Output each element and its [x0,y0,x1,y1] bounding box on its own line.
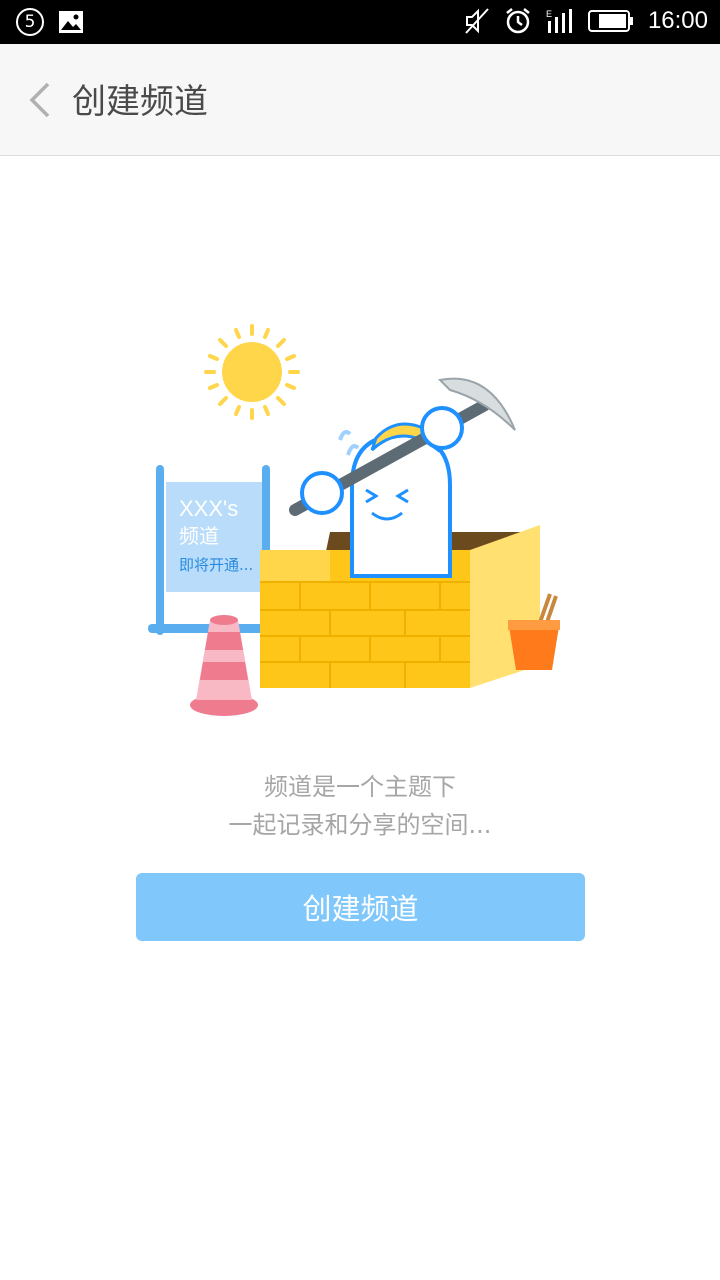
description-line-2: 一起记录和分享的空间... [228,811,492,839]
construction-illustration: XXX's 频道 即将开通... [148,324,560,716]
header-bar: 创建频道 [0,44,720,156]
battery-icon [587,10,633,32]
description-line-1: 频道是一个主题下 [264,773,456,801]
notification-count-icon: 5 [16,8,44,36]
page-title: 创建频道 [72,82,208,122]
status-bar: 5 E 16:00 [0,0,720,44]
create-channel-button[interactable]: 创建频道 [136,873,585,941]
sign-subtitle: 频道 [179,524,219,548]
channel-description: 频道是一个主题下 一起记录和分享的空间... [0,768,720,844]
image-icon [59,11,83,33]
sign-title: XXX's [179,496,238,521]
signal-icon: E [546,9,572,33]
svg-text:E: E [546,9,552,19]
sign-note: 即将开通... [179,556,253,574]
clock-time: 16:00 [647,7,708,34]
sun-icon [204,324,300,420]
back-arrow-icon[interactable] [24,80,60,120]
mute-icon [465,8,489,34]
alarm-icon [506,8,530,34]
